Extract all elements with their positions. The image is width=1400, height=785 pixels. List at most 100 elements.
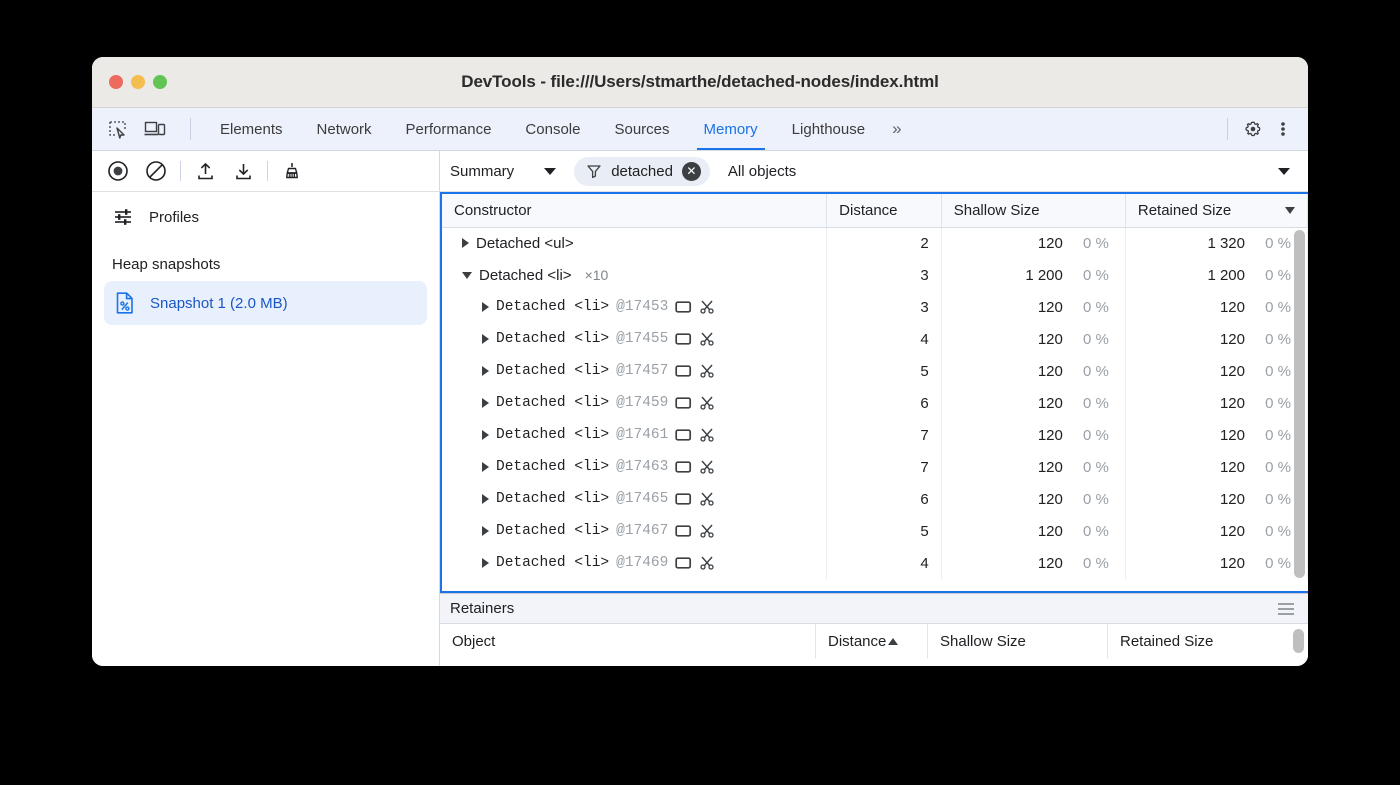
scissors-icon[interactable] — [699, 459, 715, 475]
tab-memory[interactable]: Memory — [687, 108, 775, 150]
clear-filter-icon[interactable]: ✕ — [682, 162, 701, 181]
view-select[interactable]: Summary — [440, 163, 556, 180]
reveal-node-icon[interactable] — [675, 428, 692, 442]
scissors-icon[interactable] — [699, 395, 715, 411]
reveal-node-icon[interactable] — [675, 364, 692, 378]
retained-size-percent: 0 % — [1261, 427, 1291, 444]
clear-icon[interactable] — [142, 157, 170, 185]
table-row[interactable]: Detached <li> @17453 3 1200 % 1200 % — [442, 291, 1308, 323]
column-header-retainer-distance[interactable]: Distance — [816, 624, 928, 658]
distance-value: 6 — [827, 387, 942, 419]
shallow-size-percent: 0 % — [1079, 363, 1109, 380]
distance-value: 4 — [827, 323, 942, 355]
table-row[interactable]: Detached <li> @17469 4 1200 % 1200 % — [442, 547, 1308, 579]
constructor-name: Detached <li> — [496, 555, 609, 571]
scissors-icon[interactable] — [699, 299, 715, 315]
download-profile-icon[interactable] — [229, 157, 257, 185]
tab-sources[interactable]: Sources — [597, 108, 686, 150]
retainers-scrollbar-thumb[interactable] — [1293, 629, 1304, 653]
scissors-icon[interactable] — [699, 427, 715, 443]
table-row[interactable]: Detached <li> @17463 7 1200 % 1200 % — [442, 451, 1308, 483]
table-row[interactable]: Detached <li> @17459 6 1200 % 1200 % — [442, 387, 1308, 419]
scrollbar-thumb[interactable] — [1294, 230, 1305, 578]
expander-collapsed-icon[interactable] — [482, 526, 489, 536]
column-header-retainer-shallow-size[interactable]: Shallow Size — [928, 624, 1108, 658]
sidebar-item-profiles[interactable]: Profiles — [92, 192, 439, 242]
distance-value: 7 — [827, 419, 942, 451]
gear-icon[interactable] — [1240, 116, 1266, 142]
reveal-node-icon[interactable] — [675, 332, 692, 346]
hamburger-menu-icon[interactable] — [1278, 603, 1294, 615]
expander-collapsed-icon[interactable] — [482, 558, 489, 568]
scissors-icon[interactable] — [699, 523, 715, 539]
column-header-object[interactable]: Object — [440, 624, 816, 658]
expander-collapsed-icon[interactable] — [482, 302, 489, 312]
column-header-constructor[interactable]: Constructor — [442, 194, 827, 227]
scissors-icon[interactable] — [699, 491, 715, 507]
constructor-name: Detached <li> — [496, 523, 609, 539]
object-id: @17453 — [616, 299, 668, 315]
tab-console[interactable]: Console — [508, 108, 597, 150]
expander-collapsed-icon[interactable] — [482, 462, 489, 472]
profiles-label: Profiles — [149, 209, 199, 226]
column-header-distance[interactable]: Distance — [827, 194, 942, 227]
column-header-retainer-retained-size[interactable]: Retained Size — [1108, 624, 1286, 658]
table-row[interactable]: Detached <li> @17457 5 1200 % 1200 % — [442, 355, 1308, 387]
table-row[interactable]: Detached <ul> 2 120 0 % 1 320 0 % — [442, 227, 1308, 259]
retained-size-value: 120 — [1220, 491, 1245, 508]
sort-ascending-icon — [888, 638, 898, 645]
collect-garbage-icon[interactable] — [278, 157, 306, 185]
close-window-button[interactable] — [109, 75, 123, 89]
reveal-node-icon[interactable] — [675, 492, 692, 506]
expander-collapsed-icon[interactable] — [482, 334, 489, 344]
sort-descending-icon — [1285, 207, 1295, 214]
column-header-retained-size[interactable]: Retained Size — [1125, 194, 1307, 227]
inspect-element-icon[interactable] — [104, 116, 130, 142]
record-icon[interactable] — [104, 157, 132, 185]
column-header-shallow-size[interactable]: Shallow Size — [941, 194, 1125, 227]
upload-profile-icon[interactable] — [191, 157, 219, 185]
constructor-name: Detached <li> — [496, 459, 609, 475]
table-row[interactable]: Detached <li> @17467 5 1200 % 1200 % — [442, 515, 1308, 547]
tab-network[interactable]: Network — [300, 108, 389, 150]
device-toolbar-icon[interactable] — [142, 116, 168, 142]
distance-value: 5 — [827, 515, 942, 547]
expander-collapsed-icon[interactable] — [462, 238, 469, 248]
shallow-size-percent: 0 % — [1079, 555, 1109, 572]
expander-collapsed-icon[interactable] — [482, 494, 489, 504]
filter-chip[interactable]: detached ✕ — [574, 157, 710, 186]
filter-value: detached — [611, 163, 673, 180]
reveal-node-icon[interactable] — [675, 300, 692, 314]
table-row[interactable]: Detached <li> @17455 4 1200 % 1200 % — [442, 323, 1308, 355]
sidebar-item-snapshot-1[interactable]: Snapshot 1 (2.0 MB) — [104, 281, 427, 325]
minimize-window-button[interactable] — [131, 75, 145, 89]
scissors-icon[interactable] — [699, 363, 715, 379]
more-tabs-icon[interactable]: » — [882, 119, 909, 139]
shallow-size-value: 120 — [1038, 491, 1063, 508]
scissors-icon[interactable] — [699, 555, 715, 571]
expander-expanded-icon[interactable] — [462, 272, 472, 279]
reveal-node-icon[interactable] — [675, 556, 692, 570]
scissors-icon[interactable] — [699, 331, 715, 347]
tab-performance[interactable]: Performance — [389, 108, 509, 150]
kebab-menu-icon[interactable] — [1270, 116, 1296, 142]
maximize-window-button[interactable] — [153, 75, 167, 89]
expander-collapsed-icon[interactable] — [482, 366, 489, 376]
tab-elements[interactable]: Elements — [203, 108, 300, 150]
reveal-node-icon[interactable] — [675, 396, 692, 410]
constructor-scrollbar[interactable] — [1294, 230, 1305, 587]
shallow-size-value: 120 — [1038, 459, 1063, 476]
object-scope-label: All objects — [728, 163, 796, 180]
toolbar-divider-2 — [267, 161, 268, 181]
object-scope-select[interactable]: All objects — [710, 163, 1308, 180]
tab-lighthouse[interactable]: Lighthouse — [775, 108, 882, 150]
expander-collapsed-icon[interactable] — [482, 430, 489, 440]
table-row[interactable]: Detached <li> @17465 6 1200 % 1200 % — [442, 483, 1308, 515]
table-row[interactable]: Detached <li> ×10 3 1 200 0 % 1 200 0 % — [442, 259, 1308, 291]
reveal-node-icon[interactable] — [675, 460, 692, 474]
expander-collapsed-icon[interactable] — [482, 398, 489, 408]
column-header-retained-size-label: Retained Size — [1138, 202, 1231, 219]
memory-toolbar — [92, 151, 439, 192]
reveal-node-icon[interactable] — [675, 524, 692, 538]
table-row[interactable]: Detached <li> @17461 7 1200 % 1200 % — [442, 419, 1308, 451]
